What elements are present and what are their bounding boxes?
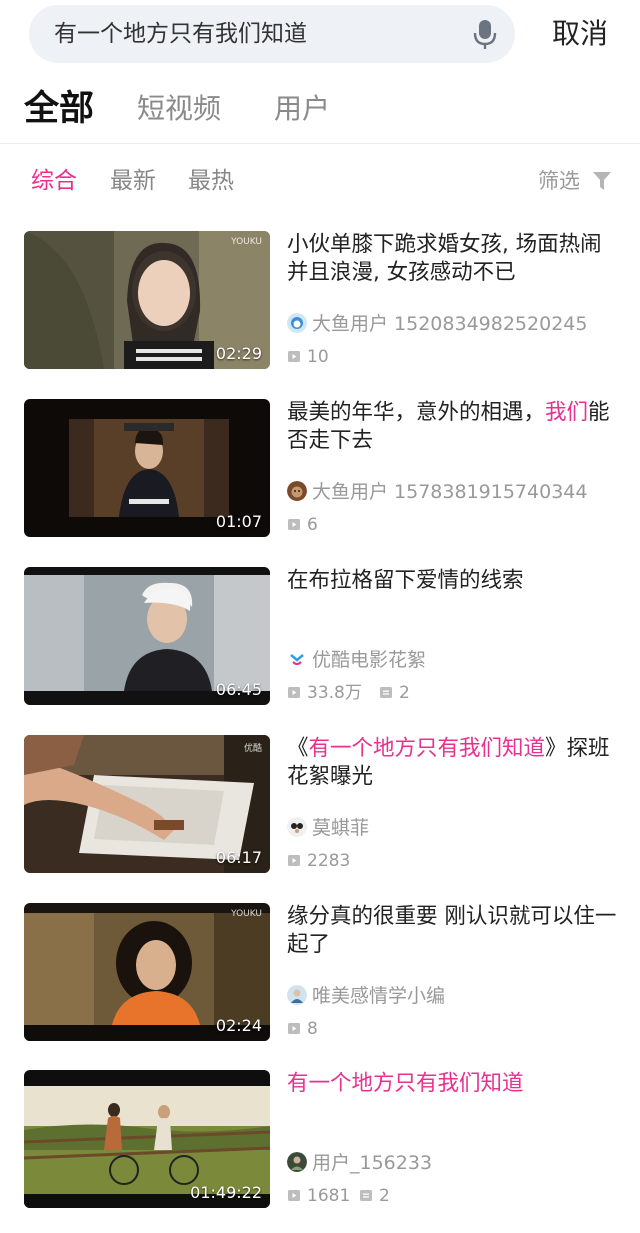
comment-count: 2 (379, 1186, 390, 1206)
search-results-page: 有一个地方只有我们知道 取消 全部 短视频 用户 综合 最新 最热 筛选 YOU… (0, 0, 640, 1233)
watermark-text: YOUKU (231, 909, 262, 919)
funnel-icon (593, 172, 611, 190)
play-count: 6 (307, 515, 318, 535)
author-row[interactable]: 大鱼用户 1578381915740344 (287, 479, 627, 505)
stats-row: 1681 2 (287, 1184, 617, 1208)
stats-row: 33.8万 2 (287, 681, 617, 705)
video-duration: 01:07 (215, 512, 262, 531)
video-item[interactable]: 优酷 06:17 《有一个地方只有我们知道》探班花絮曝光 莫蜞菲 2283 (0, 735, 640, 875)
video-item[interactable]: 01:49:22 有一个地方只有我们知道 用户_156233 1681 2 (0, 1070, 640, 1210)
video-duration: 02:29 (215, 344, 262, 363)
stats-row: 10 (287, 345, 617, 369)
play-count-icon (288, 855, 300, 866)
filter-label: 筛选 (538, 169, 580, 193)
video-thumbnail[interactable]: YOUKU 02:24 (24, 903, 270, 1041)
watermark-text: 优酷 (243, 744, 262, 754)
play-count: 8 (307, 1019, 318, 1039)
sort-hottest[interactable]: 最热 (188, 158, 234, 204)
play-count-icon (288, 1023, 300, 1034)
play-count-icon (288, 1190, 300, 1201)
video-title[interactable]: 在布拉格留下爱情的线索 (287, 567, 617, 595)
avatar (287, 817, 307, 837)
search-query-text[interactable]: 有一个地方只有我们知道 (54, 5, 307, 63)
video-title[interactable]: 小伙单膝下跪求婚女孩, 场面热闹并且浪漫, 女孩感动不已 (287, 231, 617, 287)
play-count-icon (288, 351, 300, 362)
video-thumbnail[interactable]: YOUKU 02:29 (24, 231, 270, 369)
filter-button[interactable]: 筛选 (538, 158, 618, 204)
author-name: 莫蜞菲 (312, 817, 370, 839)
author-row[interactable]: 莫蜞菲 (287, 815, 627, 841)
sort-bar: 综合 最新 最热 筛选 (0, 158, 640, 204)
author-name: 大鱼用户 1578381915740344 (312, 481, 588, 503)
comment-count: 2 (399, 683, 410, 703)
tabs-divider (0, 143, 640, 144)
microphone-icon[interactable] (470, 18, 500, 50)
video-duration: 06:45 (215, 680, 262, 699)
video-title[interactable]: 最美的年华，意外的相遇，我们能否走下去 (287, 399, 617, 455)
sort-comprehensive[interactable]: 综合 (31, 158, 77, 204)
comment-count-icon (380, 687, 392, 698)
video-item[interactable]: YOUKU 02:29 小伙单膝下跪求婚女孩, 场面热闹并且浪漫, 女孩感动不已… (0, 231, 640, 371)
video-item[interactable]: 06:45 在布拉格留下爱情的线索 优酷电影花絮 33.8万 2 (0, 567, 640, 707)
author-row[interactable]: 用户_156233 (287, 1150, 627, 1176)
watermark-text: YOUKU (231, 237, 262, 247)
stats-row: 8 (287, 1017, 617, 1041)
tab-short-video[interactable]: 短视频 (137, 78, 221, 140)
avatar (287, 1152, 307, 1172)
video-item[interactable]: YOUKU 02:24 缘分真的很重要 刚认识就可以住一起了 唯美感情学小编 8 (0, 903, 640, 1043)
author-row[interactable]: 优酷电影花絮 (287, 647, 627, 673)
author-row[interactable]: 大鱼用户 1520834982520245 (287, 311, 627, 337)
search-header: 有一个地方只有我们知道 取消 (0, 0, 640, 68)
video-thumbnail[interactable]: 01:49:22 (24, 1070, 270, 1208)
tab-all[interactable]: 全部 (24, 78, 94, 140)
result-type-tabs: 全部 短视频 用户 (0, 78, 640, 140)
play-count-icon (288, 519, 300, 530)
play-count: 1681 (307, 1186, 351, 1206)
avatar (287, 649, 307, 669)
stats-row: 2283 (287, 849, 617, 873)
author-row[interactable]: 唯美感情学小编 (287, 983, 627, 1009)
stats-row: 6 (287, 513, 617, 537)
video-duration: 02:24 (215, 1016, 262, 1035)
tab-users[interactable]: 用户 (274, 78, 330, 140)
avatar (287, 313, 307, 333)
video-title[interactable]: 《有一个地方只有我们知道》探班花絮曝光 (287, 735, 617, 791)
comment-count-icon (360, 1190, 372, 1201)
video-thumbnail[interactable]: 01:07 (24, 399, 270, 537)
play-count: 10 (307, 347, 329, 367)
video-title[interactable]: 有一个地方只有我们知道 (287, 1070, 617, 1098)
play-count-icon (288, 687, 300, 698)
author-name: 用户_156233 (312, 1152, 433, 1174)
sort-newest[interactable]: 最新 (110, 158, 156, 204)
play-count: 2283 (307, 851, 351, 871)
video-duration: 06:17 (215, 848, 262, 867)
avatar (287, 481, 307, 501)
search-input[interactable]: 有一个地方只有我们知道 (29, 5, 515, 63)
author-name: 大鱼用户 1520834982520245 (312, 313, 588, 335)
video-thumbnail[interactable]: 06:45 (24, 567, 270, 705)
author-name: 唯美感情学小编 (312, 985, 446, 1007)
play-count: 33.8万 (307, 683, 362, 703)
author-name: 优酷电影花絮 (312, 649, 427, 671)
video-thumbnail[interactable]: 优酷 06:17 (24, 735, 270, 873)
video-duration: 01:49:22 (190, 1183, 262, 1202)
video-item[interactable]: 01:07 最美的年华，意外的相遇，我们能否走下去 大鱼用户 157838191… (0, 399, 640, 539)
cancel-button[interactable]: 取消 (548, 10, 612, 58)
video-title[interactable]: 缘分真的很重要 刚认识就可以住一起了 (287, 903, 617, 959)
avatar (287, 985, 307, 1005)
